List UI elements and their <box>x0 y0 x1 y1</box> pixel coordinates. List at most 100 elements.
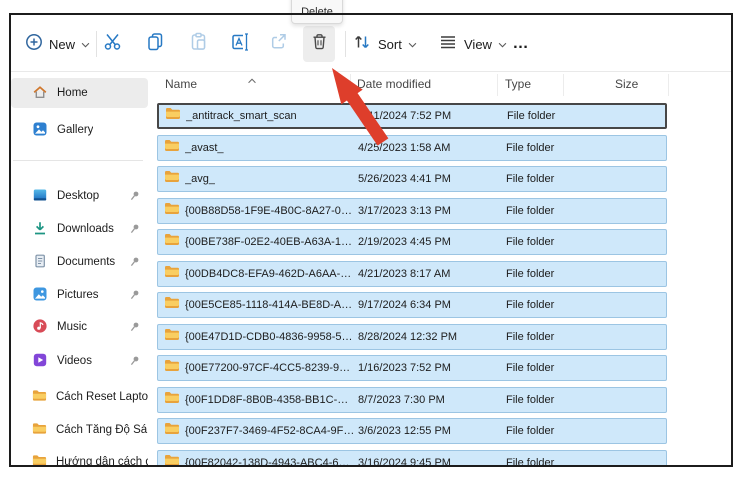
folder-icon <box>164 233 180 251</box>
file-name: {00F1DD8F-8B0B-4358-BB1C-AAC0B3BA... <box>185 394 355 406</box>
pin-icon <box>129 256 140 271</box>
chevron-down-icon <box>81 35 90 53</box>
toolbar: New <box>9 13 733 72</box>
sort-button[interactable]: Sort <box>346 26 423 62</box>
column-separator[interactable] <box>497 74 498 96</box>
explorer-window: New <box>9 13 733 467</box>
file-row[interactable]: {00E77200-97CF-4CC5-8239-99C2D7942... 1/… <box>157 355 667 381</box>
sidebar-item-documents[interactable]: Documents <box>11 247 148 277</box>
column-header-type[interactable]: Type <box>505 77 531 91</box>
folder-icon <box>32 422 47 438</box>
file-date-modified: 5/26/2023 4:41 PM <box>358 173 451 185</box>
file-row[interactable]: {00BE738F-02E2-40EB-A63A-191690E61... 2/… <box>157 229 667 255</box>
file-date-modified: 3/17/2023 3:13 PM <box>358 205 451 217</box>
column-header-name[interactable]: Name <box>165 77 197 91</box>
desktop-icon <box>32 187 48 206</box>
file-type: File folder <box>506 331 554 343</box>
file-name: {00F237F7-3469-4F52-8CA4-9F4CFF0CB3... <box>185 425 355 437</box>
file-row[interactable]: {00F1DD8F-8B0B-4358-BB1C-AAC0B3BA... 8/7… <box>157 387 667 413</box>
sidebar-item-music[interactable]: Music <box>11 312 148 342</box>
copy-button[interactable] <box>140 26 170 62</box>
scissors-icon <box>103 32 122 56</box>
file-name: {00E77200-97CF-4CC5-8239-99C2D7942... <box>185 362 355 374</box>
file-type: File folder <box>506 236 554 248</box>
folder-icon <box>164 391 180 409</box>
rename-button[interactable] <box>225 26 255 62</box>
pin-icon <box>129 190 140 205</box>
file-type: File folder <box>506 299 554 311</box>
file-row[interactable]: {00F237F7-3469-4F52-8CA4-9F4CFF0CB3... 3… <box>157 418 667 444</box>
trash-icon <box>310 32 329 56</box>
folder-icon <box>164 139 180 157</box>
folder-icon <box>164 265 180 283</box>
file-type: File folder <box>506 457 554 468</box>
share-button[interactable] <box>263 26 293 62</box>
file-row[interactable]: _avg_ 5/26/2023 4:41 PM File folder <box>157 166 667 192</box>
delete-button[interactable] <box>303 26 335 62</box>
file-date-modified: 4/21/2023 8:17 AM <box>358 268 450 280</box>
file-list: _antitrack_smart_scan 6/11/2024 7:52 PM … <box>157 103 667 467</box>
folder-icon <box>32 389 47 405</box>
folder-icon <box>32 454 47 467</box>
file-type: File folder <box>507 110 555 122</box>
file-row[interactable]: _antitrack_smart_scan 6/11/2024 7:52 PM … <box>157 103 667 129</box>
file-name: {00F82042-138D-4943-ABC4-6BB5E9B8F... <box>185 457 355 468</box>
file-row[interactable]: {00E5CE85-1118-414A-BE8D-AD441DBF... 9/1… <box>157 292 667 318</box>
sidebar-item-folder[interactable]: Hướng dẫn cách đổ <box>11 447 148 467</box>
chevron-down-icon <box>408 35 417 53</box>
sidebar-item-label: Videos <box>57 355 92 367</box>
pin-icon <box>129 289 140 304</box>
sidebar-item-folder[interactable]: Cách Tăng Độ Sáng <box>11 415 148 445</box>
column-separator[interactable] <box>668 74 669 96</box>
sidebar-item-label: Cách Tăng Độ Sáng <box>56 424 148 436</box>
file-date-modified: 8/28/2024 12:32 PM <box>358 331 457 343</box>
file-name: {00DB4DC8-EFA9-462D-A6AA-B8A7114F... <box>185 268 355 280</box>
sidebar-item-label: Downloads <box>57 223 114 235</box>
view-button[interactable]: View <box>432 26 513 62</box>
column-header-date[interactable]: Date modified <box>357 77 431 91</box>
column-separator[interactable] <box>350 74 351 96</box>
sidebar-divider <box>13 160 143 161</box>
folder-icon <box>164 359 180 377</box>
videos-icon <box>32 352 48 371</box>
file-row[interactable]: {00E47D1D-CDB0-4836-9958-501B7FE43... 8/… <box>157 324 667 350</box>
file-row[interactable]: {00B88D58-1F9E-4B0C-8A27-0D86849F4... 3/… <box>157 198 667 224</box>
column-header-size[interactable]: Size <box>615 77 638 91</box>
file-date-modified: 9/17/2024 6:34 PM <box>358 299 451 311</box>
sidebar-item-label: Home <box>57 87 88 99</box>
sidebar-item-videos[interactable]: Videos <box>11 346 148 376</box>
more-button[interactable]: … <box>503 26 539 62</box>
sidebar-item-gallery[interactable]: Gallery <box>11 115 148 145</box>
sidebar-item-pictures[interactable]: Pictures <box>11 280 148 310</box>
cut-button[interactable] <box>97 26 127 62</box>
file-type: File folder <box>506 173 554 185</box>
sidebar-item-home[interactable]: Home <box>11 78 148 108</box>
file-date-modified: 3/6/2023 12:55 PM <box>358 425 451 437</box>
sidebar-item-label: Pictures <box>57 289 99 301</box>
file-name: {00B88D58-1F9E-4B0C-8A27-0D86849F4... <box>185 205 355 217</box>
file-row[interactable]: {00DB4DC8-EFA9-462D-A6AA-B8A7114F... 4/2… <box>157 261 667 287</box>
sidebar: Home Gallery <box>9 72 150 467</box>
column-separator[interactable] <box>563 74 564 96</box>
sort-arrows-icon <box>352 33 372 56</box>
file-row[interactable]: {00F82042-138D-4943-ABC4-6BB5E9B8F... 3/… <box>157 450 667 468</box>
sidebar-item-folder[interactable]: Cách Reset Laptop <box>11 382 148 412</box>
new-label: New <box>49 37 75 52</box>
folder-icon <box>164 422 180 440</box>
file-date-modified: 1/16/2023 7:52 PM <box>358 362 451 374</box>
plus-circle-icon <box>25 33 43 56</box>
folder-icon <box>164 296 180 314</box>
file-type: File folder <box>506 268 554 280</box>
pin-icon <box>129 355 140 370</box>
file-name: {00E5CE85-1118-414A-BE8D-AD441DBF... <box>185 299 355 311</box>
file-type: File folder <box>506 142 554 154</box>
paste-button[interactable] <box>183 26 213 62</box>
new-button[interactable]: New <box>19 26 96 62</box>
sidebar-item-downloads[interactable]: Downloads <box>11 214 148 244</box>
home-icon <box>32 84 48 103</box>
folder-icon <box>164 202 180 220</box>
gallery-icon <box>32 121 48 140</box>
file-type: File folder <box>506 425 554 437</box>
file-row[interactable]: _avast_ 4/25/2023 1:58 AM File folder <box>157 135 667 161</box>
sidebar-item-desktop[interactable]: Desktop <box>11 181 148 211</box>
